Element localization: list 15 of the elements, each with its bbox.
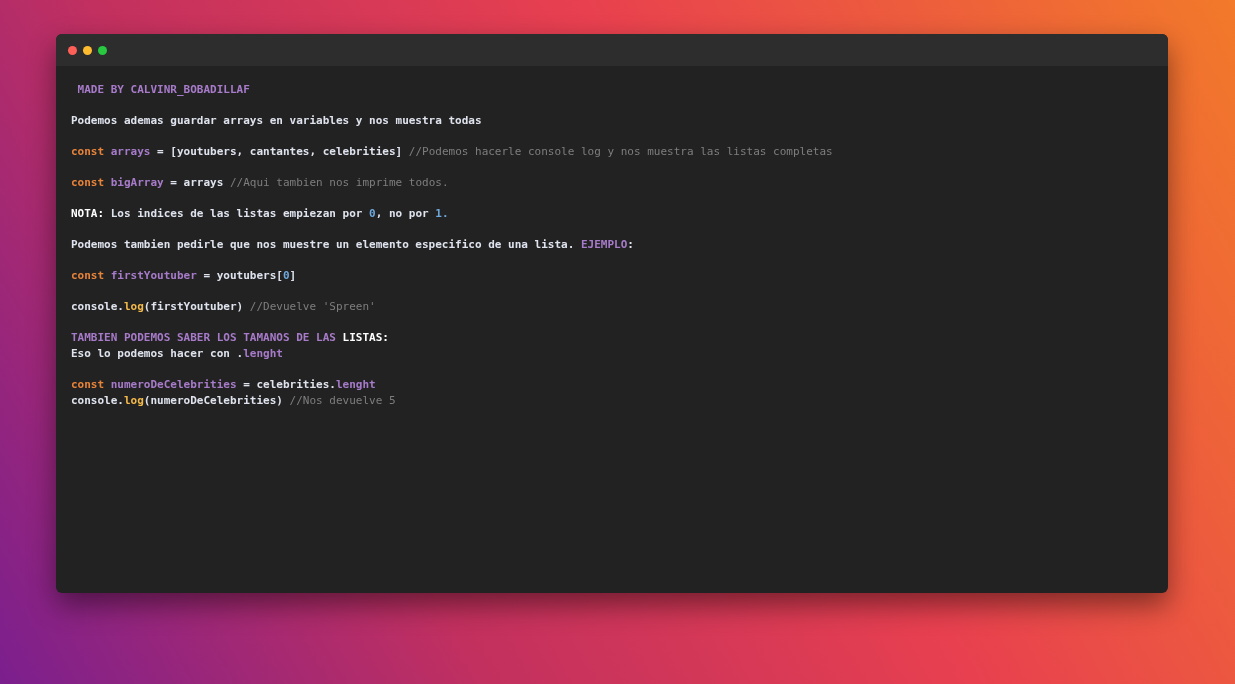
code-line: Podemos ademas guardar arrays en variables y nos muestra todas bbox=[71, 113, 482, 129]
window-maximize-button[interactable] bbox=[98, 45, 107, 55]
code-line: Podemos tambien pedirle que nos muestre un elemento especifico de una lista. EJEMPLO: bbox=[71, 237, 634, 253]
window-minimize-button[interactable] bbox=[83, 45, 92, 55]
code-line: NOTA: Los indices de las listas empiezan por 0, no por 1. bbox=[71, 206, 449, 222]
code-line: console.log(firstYoutuber) //Devuelve 'Spreen' bbox=[71, 299, 376, 315]
code-line: const bigArray = arrays //Aqui tambien nos imprime todos. bbox=[71, 175, 449, 191]
code-line: const firstYoutuber = youtubers[0] bbox=[71, 268, 297, 284]
code-line: const numeroDeCelebrities = celebrities.lenght bbox=[71, 377, 376, 393]
code-line: Eso lo podemos hacer con .lenght bbox=[71, 346, 283, 362]
code-line: const arrays = [youtubers, cantantes, celebrities] //Podemos hacerle console log y nos muestra las listas completas bbox=[71, 144, 833, 160]
code-line: TAMBIEN PODEMOS SABER LOS TAMANOS DE LAS LISTAS: bbox=[71, 330, 389, 346]
code-line: MADE BY CALVINR_BOBADILLAF bbox=[76, 82, 250, 98]
code-line: console.log(numeroDeCelebrities) //Nos devuelve 5 bbox=[71, 393, 396, 409]
window-close-button[interactable] bbox=[68, 45, 77, 55]
